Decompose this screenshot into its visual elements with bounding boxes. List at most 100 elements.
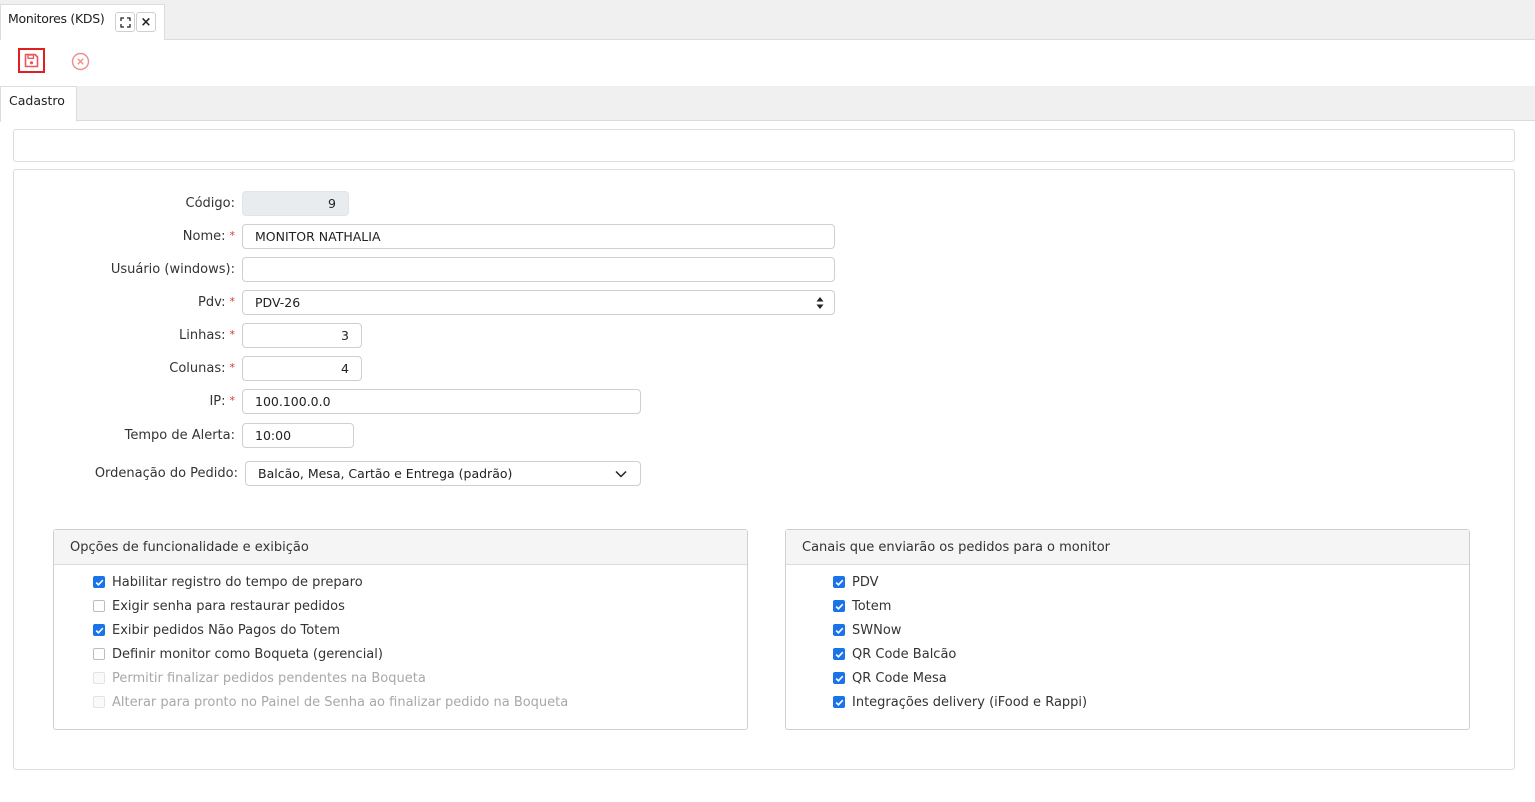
checkbox-checked[interactable] (833, 576, 845, 588)
checkbox-checked[interactable] (93, 624, 105, 636)
options-group: Opções de funcionalidade e exibição Habi… (53, 529, 748, 730)
option-item[interactable]: Exibir pedidos Não Pagos do Totem (93, 618, 747, 642)
check-icon (835, 627, 843, 634)
tempo-alerta-label-text: Tempo de Alerta: (124, 428, 235, 443)
option-item[interactable]: Definir monitor como Boqueta (gerencial) (93, 642, 747, 666)
checkbox-checked[interactable] (833, 648, 845, 660)
close-icon: × (140, 14, 152, 30)
usuario-input[interactable] (242, 257, 835, 282)
option-label: Exibir pedidos Não Pagos do Totem (112, 622, 340, 638)
nome-input[interactable]: MONITOR NATHALIA (242, 224, 835, 249)
check-icon (95, 579, 103, 586)
option-item[interactable]: Habilitar registro do tempo de preparo (93, 570, 747, 594)
pdv-label: Pdv: * (0, 295, 235, 310)
pdv-select[interactable]: PDV-26 (242, 290, 835, 315)
ip-value: 100.100.0.0 (255, 394, 331, 409)
checkbox-disabled (93, 696, 105, 708)
required-marker: * (229, 229, 236, 242)
channel-label: Totem (852, 598, 892, 614)
channel-item[interactable]: PDV (833, 570, 1469, 594)
sort-arrows-icon (816, 297, 824, 309)
cancel-icon (71, 52, 90, 71)
usuario-label-text: Usuário (windows): (110, 262, 235, 277)
ordenacao-value: Balcão, Mesa, Cartão e Entrega (padrão) (258, 466, 513, 481)
tempo-alerta-label: Tempo de Alerta: (0, 428, 235, 443)
codigo-field: 9 (242, 191, 349, 216)
ordenacao-label-text: Ordenação do Pedido: (94, 466, 238, 481)
check-icon (835, 699, 843, 706)
required-marker: * (229, 328, 236, 341)
colunas-input[interactable]: 4 (242, 356, 362, 381)
channel-item[interactable]: QR Code Mesa (833, 666, 1469, 690)
channel-label: QR Code Balcão (852, 646, 957, 662)
nome-label: Nome: * (0, 229, 235, 244)
check-icon (835, 651, 843, 658)
check-icon (835, 603, 843, 610)
colunas-label-text: Colunas: (169, 361, 226, 376)
channels-group-title: Canais que enviarão os pedidos para o mo… (786, 530, 1469, 565)
option-label: Exigir senha para restaurar pedidos (112, 598, 345, 614)
tempo-alerta-input[interactable]: 10:00 (242, 423, 354, 448)
option-label: Habilitar registro do tempo de preparo (112, 574, 363, 590)
expand-icon (119, 16, 131, 28)
option-label: Alterar para pronto no Painel de Senha a… (112, 694, 569, 710)
checkbox-checked[interactable] (833, 600, 845, 612)
channel-item[interactable]: Totem (833, 594, 1469, 618)
required-marker: * (229, 394, 236, 407)
checkbox-checked[interactable] (833, 696, 845, 708)
tab-cadastro-label[interactable]: Cadastro (9, 93, 65, 108)
channel-label: QR Code Mesa (852, 670, 947, 686)
channel-item[interactable]: QR Code Balcão (833, 642, 1469, 666)
channel-item[interactable]: SWNow (833, 618, 1469, 642)
window-tab-title[interactable]: Monitores (KDS) (8, 11, 105, 26)
checkbox-checked[interactable] (833, 624, 845, 636)
ordenacao-select[interactable]: Balcão, Mesa, Cartão e Entrega (padrão) (245, 461, 641, 486)
check-icon (95, 627, 103, 634)
checkbox-disabled (93, 672, 105, 684)
form-tab-strip (0, 86, 1535, 121)
colunas-value: 4 (341, 361, 349, 376)
checkbox-unchecked[interactable] (93, 600, 105, 612)
codigo-value: 9 (328, 196, 336, 211)
ip-label: IP: * (0, 394, 235, 409)
checkbox-checked[interactable] (93, 576, 105, 588)
window-tab-strip (0, 0, 1535, 40)
checkbox-unchecked[interactable] (93, 648, 105, 660)
option-item[interactable]: Exigir senha para restaurar pedidos (93, 594, 747, 618)
ordenacao-label: Ordenação do Pedido: (0, 466, 238, 481)
check-icon (835, 675, 843, 682)
required-marker: * (229, 361, 236, 374)
chevron-down-icon (615, 470, 627, 478)
option-item-disabled: Permitir finalizar pedidos pendentes na … (93, 666, 747, 690)
channel-label: PDV (852, 574, 879, 590)
option-label: Permitir finalizar pedidos pendentes na … (112, 670, 426, 686)
check-icon (835, 579, 843, 586)
codigo-label-text: Código: (185, 196, 235, 211)
linhas-label-text: Linhas: (179, 328, 226, 343)
nome-value: MONITOR NATHALIA (255, 229, 381, 244)
required-marker: * (229, 295, 236, 308)
pdv-label-text: Pdv: (198, 295, 226, 310)
option-item-disabled: Alterar para pronto no Painel de Senha a… (93, 690, 747, 714)
options-group-title: Opções de funcionalidade e exibição (54, 530, 747, 565)
maximize-button[interactable] (115, 12, 135, 32)
save-icon (24, 53, 39, 68)
channel-item[interactable]: Integrações delivery (iFood e Rappi) (833, 690, 1469, 714)
cancel-button[interactable] (70, 51, 91, 72)
nome-label-text: Nome: (182, 229, 226, 244)
info-bar (13, 129, 1515, 162)
save-button[interactable] (18, 48, 45, 73)
checkbox-checked[interactable] (833, 672, 845, 684)
linhas-input[interactable]: 3 (242, 323, 362, 348)
codigo-label: Código: (0, 196, 235, 211)
close-tab-button[interactable]: × (136, 12, 156, 32)
channel-label: SWNow (852, 622, 902, 638)
usuario-label: Usuário (windows): (0, 262, 235, 277)
channel-label: Integrações delivery (iFood e Rappi) (852, 694, 1088, 710)
channels-group: Canais que enviarão os pedidos para o mo… (785, 529, 1470, 730)
tempo-alerta-value: 10:00 (255, 428, 292, 443)
ip-label-text: IP: (209, 394, 226, 409)
ip-input[interactable]: 100.100.0.0 (242, 389, 641, 414)
option-label: Definir monitor como Boqueta (gerencial) (112, 646, 383, 662)
colunas-label: Colunas: * (0, 361, 235, 376)
